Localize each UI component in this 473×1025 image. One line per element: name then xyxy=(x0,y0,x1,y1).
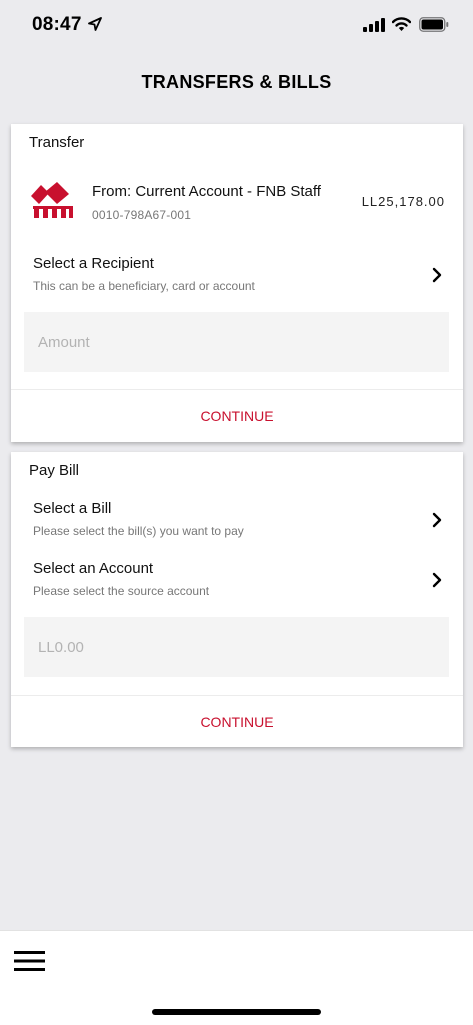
select-bill-subtitle: Please select the bill(s) you want to pa… xyxy=(33,524,244,538)
select-bill-row[interactable]: Select a Bill Please select the bill(s) … xyxy=(11,500,463,550)
cellular-signal-icon xyxy=(363,18,385,32)
home-indicator xyxy=(152,1009,321,1015)
wifi-icon xyxy=(392,17,411,31)
bill-amount-input[interactable] xyxy=(24,617,449,677)
pay-bill-heading: Pay Bill xyxy=(29,462,80,479)
select-bill-title: Select a Bill xyxy=(33,500,112,517)
transfer-card: Transfer From: Current Account - FNB Sta… xyxy=(11,124,463,442)
select-recipient-title: Select a Recipient xyxy=(33,255,154,272)
chevron-right-icon xyxy=(432,572,442,588)
pay-bill-card: Pay Bill Select a Bill Please select the… xyxy=(11,452,463,747)
battery-icon xyxy=(419,17,449,32)
status-time: 08:47 xyxy=(32,14,82,35)
source-account-balance: LL25,178.00 xyxy=(361,194,445,209)
select-recipient-row[interactable]: Select a Recipient This can be a benefic… xyxy=(11,255,463,305)
transfer-amount-input[interactable] xyxy=(24,312,449,372)
location-arrow-icon xyxy=(88,17,102,31)
chevron-right-icon xyxy=(432,512,442,528)
select-account-subtitle: Please select the source account xyxy=(33,584,210,598)
bottom-bar xyxy=(0,930,473,1025)
pay-bill-divider xyxy=(11,695,463,696)
status-bar: 08:47 xyxy=(0,0,473,50)
select-recipient-subtitle: This can be a beneficiary, card or accou… xyxy=(33,279,255,293)
hamburger-menu-icon[interactable] xyxy=(14,949,46,973)
source-account-label: From: Current Account - FNB Staff xyxy=(92,183,321,200)
page-title: TRANSFERS & BILLS xyxy=(141,72,332,92)
fnb-logo-icon xyxy=(31,182,73,218)
select-account-title: Select an Account xyxy=(33,560,154,577)
select-account-row[interactable]: Select an Account Please select the sour… xyxy=(11,560,463,610)
pay-bill-continue-button[interactable]: CONTINUE xyxy=(11,697,463,747)
chevron-right-icon xyxy=(432,267,442,283)
source-account-number: 0010-798A67-001 xyxy=(92,208,192,222)
transfer-continue-button[interactable]: CONTINUE xyxy=(11,391,463,441)
transfer-heading: Transfer xyxy=(29,134,85,151)
transfer-divider xyxy=(11,389,463,390)
